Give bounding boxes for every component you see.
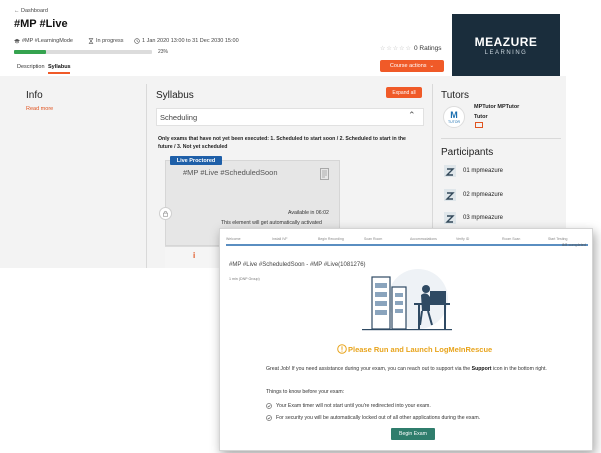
participant-name: 02 mpmeazure	[463, 192, 504, 198]
things-to-know-label: Things to know before your exam:	[266, 389, 345, 395]
info-icon[interactable]: i	[193, 251, 195, 260]
scheduling-section-label: Scheduling	[160, 113, 198, 122]
mail-icon[interactable]	[475, 122, 483, 128]
step-label: Start Testing	[548, 237, 568, 241]
lock-icon	[159, 207, 172, 220]
warning-icon	[337, 344, 347, 354]
support-link-text: Support	[471, 366, 492, 372]
section-divider	[441, 138, 561, 139]
exam-tip-row: Your Exam timer will not start until you…	[266, 403, 431, 409]
course-status: In progress	[88, 38, 124, 44]
participant-avatar-icon	[444, 165, 456, 177]
tutor-avatar-letter: M	[450, 109, 458, 120]
clock-icon	[134, 38, 140, 44]
participant-name: 03 mpmeazure	[463, 215, 504, 221]
progress-percent: 23%	[158, 49, 169, 55]
participants-heading: Participants	[441, 147, 494, 158]
course-actions-button[interactable]: Course actions ⌄	[380, 60, 444, 72]
course-tag-label: #MP #LearningMode	[22, 38, 73, 44]
participant-avatar-icon	[444, 189, 456, 201]
chevron-down-icon: ⌄	[429, 63, 435, 69]
tutors-heading: Tutors	[441, 90, 469, 101]
check-circle-icon	[266, 415, 272, 421]
live-proctored-badge: Live Proctored	[170, 156, 222, 165]
rating-stars[interactable]: ☆☆☆☆☆	[380, 45, 412, 52]
syllabus-heading: Syllabus	[156, 90, 194, 101]
tab-syllabus[interactable]: Syllabus	[48, 64, 71, 70]
ratings-count: 0 Ratings	[414, 45, 442, 52]
step-progress: Welcome Install IVF Begin Recording Scan…	[220, 234, 592, 246]
exam-card-title: #MP #Live #ScheduledSoon	[183, 168, 278, 177]
step-label: Begin Recording	[318, 237, 344, 241]
exam-window-title: #MP #Live #ScheduledSoon - #MP #Live(108…	[229, 262, 366, 268]
meazure-logo: MEAZURE LEARNING	[452, 14, 560, 76]
tutor-avatar-text: TUTOR	[448, 119, 460, 124]
participant-avatar-icon	[444, 212, 456, 224]
begin-exam-button[interactable]: Begin Exam	[391, 428, 435, 440]
active-tab-indicator	[48, 72, 70, 74]
exam-launch-window: Welcome Install IVF Begin Recording Scan…	[219, 228, 593, 451]
document-icon	[320, 168, 329, 180]
course-status-label: In progress	[96, 38, 124, 44]
support-text-start: Great Job! If you need assistance during…	[266, 366, 472, 372]
scheduling-note: Only exams that have not yet been execut…	[158, 136, 406, 150]
exam-tip-text: For security you will be automatically l…	[276, 415, 481, 421]
graduation-cap-icon	[14, 38, 20, 44]
available-in-text: Available in 06:02	[288, 210, 329, 216]
participant-name: 01 mpmeazure	[463, 168, 504, 174]
logo-main-text: MEAZURE	[474, 34, 538, 49]
course-actions-label: Course actions	[389, 63, 427, 69]
server-desk-illustration	[362, 269, 452, 331]
exam-tip-row: For security you will be automatically l…	[266, 415, 480, 421]
step-label: Room Scan	[502, 237, 521, 241]
expand-all-button[interactable]: Expand all	[386, 87, 422, 98]
tutor-role: Tutor	[474, 114, 488, 120]
tutor-avatar: M TUTOR	[443, 106, 465, 128]
step-label: Verify ID	[456, 237, 470, 241]
tutor-name: MPTutor MPTutor	[474, 104, 520, 110]
launch-rescue-heading: Please Run and Launch LogMeInRescue	[348, 345, 493, 354]
progress-bar	[14, 50, 152, 54]
support-paragraph: Great Job! If you need assistance during…	[266, 365, 566, 374]
auto-activation-text: This element will get automatically acti…	[221, 220, 322, 226]
course-title: #MP #Live	[14, 18, 68, 30]
step-label: Scan Room	[364, 237, 383, 241]
hourglass-icon	[88, 38, 94, 44]
course-tag: #MP #LearningMode	[14, 38, 73, 44]
read-more-link[interactable]: Read more	[26, 106, 53, 112]
course-dates: 1 Jan 2020 13:00 to 31 Dec 2030 15:00	[134, 38, 239, 44]
check-circle-icon	[266, 403, 272, 409]
step-progress-line	[226, 244, 588, 246]
logo-sub-text: LEARNING	[484, 49, 528, 56]
column-divider	[146, 84, 147, 268]
exam-tip-text: Your Exam timer will not start until you…	[276, 403, 431, 409]
chevron-up-icon[interactable]: ⌃	[408, 110, 416, 121]
exam-window-subtitle: 1 min (DNP Group)	[229, 277, 260, 281]
steps-completed: 8/8 completed	[562, 243, 586, 247]
progress-fill	[14, 50, 46, 54]
step-label: Install IVF	[272, 237, 288, 241]
tab-description[interactable]: Description	[17, 64, 45, 70]
support-text-end: icon in the bottom right.	[491, 366, 547, 372]
info-heading: Info	[26, 90, 43, 101]
dashboard-back-link[interactable]: ← Dashboard	[14, 8, 48, 14]
step-label: Accommodations	[410, 237, 437, 241]
step-label: Welcome	[226, 237, 241, 241]
course-dates-label: 1 Jan 2020 13:00 to 31 Dec 2030 15:00	[142, 38, 239, 44]
